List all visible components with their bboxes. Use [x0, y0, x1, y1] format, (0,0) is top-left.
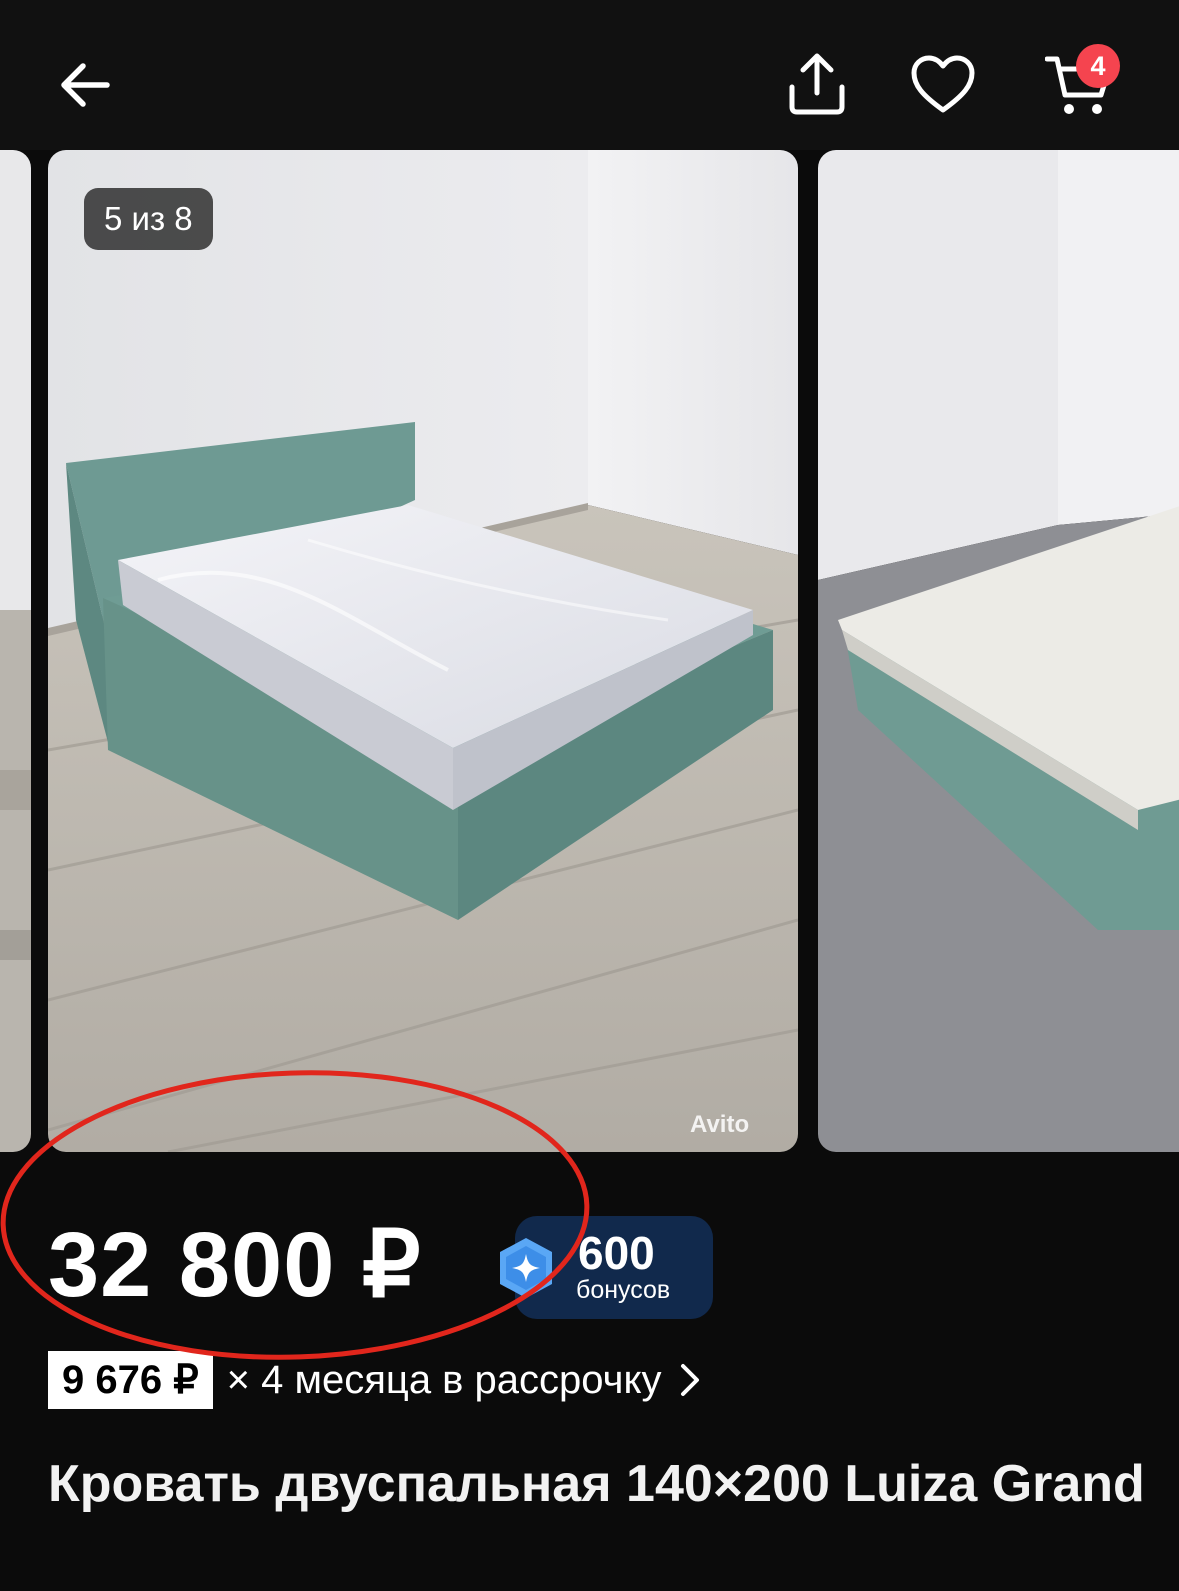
bonus-label: бонусов	[576, 1276, 671, 1304]
photo-gallery[interactable]	[0, 150, 1179, 1152]
favorite-button[interactable]	[905, 50, 981, 120]
share-button[interactable]	[782, 48, 852, 120]
back-button[interactable]	[50, 50, 120, 120]
bonus-gem-icon	[500, 1238, 552, 1298]
cart-count-badge: 4	[1076, 44, 1120, 88]
installment-amount: 9 676 ₽	[48, 1351, 213, 1409]
share-icon	[789, 53, 845, 115]
previous-photo[interactable]	[0, 150, 31, 1152]
bonus-amount: 600	[578, 1227, 655, 1279]
top-bar	[0, 0, 1179, 150]
listing-title: Кровать двуспальная 140×200 Luiza Grand	[48, 1455, 1145, 1513]
price: 32 800 ₽	[48, 1214, 422, 1316]
installment-text: × 4 месяца в рассрочку	[226, 1357, 662, 1402]
avito-watermark: Avito	[690, 1111, 750, 1138]
next-photo[interactable]	[818, 150, 1179, 1152]
arrow-left-icon	[61, 63, 110, 107]
chevron-right-icon	[681, 1364, 700, 1396]
main-photo[interactable]	[48, 150, 798, 1152]
heart-icon	[911, 55, 975, 113]
photo-counter: 5 из 8	[84, 188, 213, 250]
installment-link[interactable]: 9 676 ₽ × 4 месяца в рассрочку	[48, 1350, 705, 1410]
